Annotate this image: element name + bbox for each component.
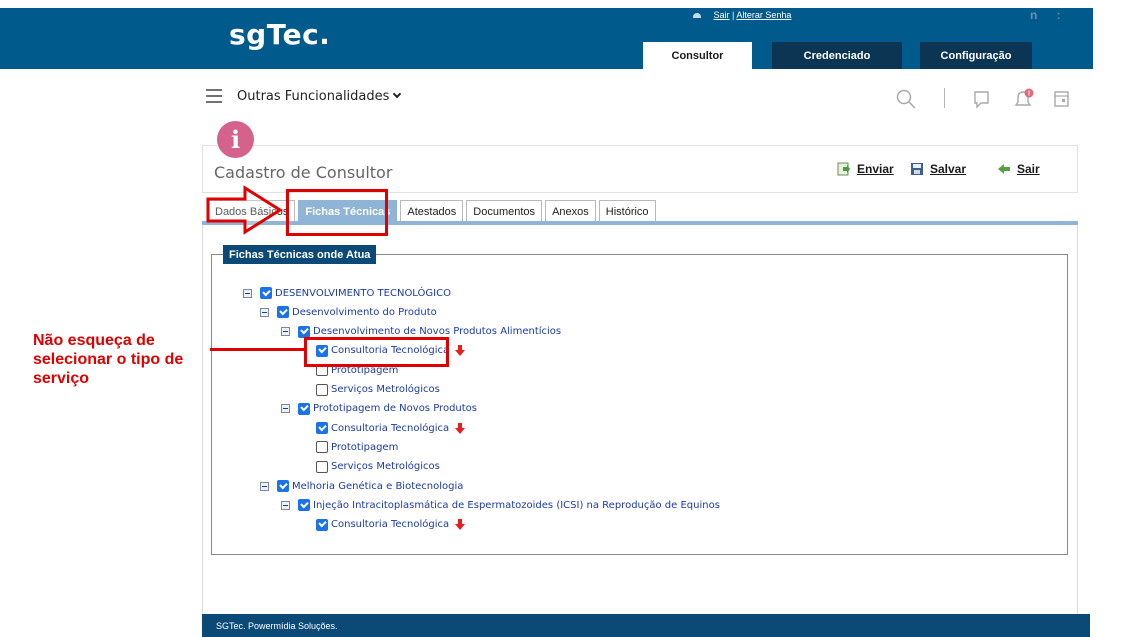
tree-node: Serviços Metrológicos [316,460,440,473]
annotation-arrow-icon [206,185,283,235]
tab-documentos[interactable]: Documentos [466,200,543,222]
change-password-link[interactable]: Alterar Senha [736,10,791,20]
tree-node-label[interactable]: Consultoria Tecnológica [331,519,449,530]
tree-checkbox[interactable] [298,402,310,415]
collapse-toggle-icon[interactable] [281,327,290,337]
tree-checkbox[interactable] [298,499,310,512]
tree-node-label[interactable]: Melhoria Genética e Biotecnologia [292,481,463,492]
tree-checkbox[interactable] [316,383,328,396]
toolbar-divider [944,88,945,108]
annotation-line: Não esqueça de [33,332,155,349]
page-title: Cadastro de Consultor [214,163,393,182]
form-header: Cadastro de Consultor Enviar Salvar Sair [202,145,1078,193]
tab-historico[interactable]: Histórico [598,200,656,222]
chat-icon[interactable] [972,88,992,110]
header-icons[interactable]: n : [1030,8,1069,22]
tree-node: Desenvolvimento do Produto [260,306,437,319]
tree-checkbox[interactable] [316,460,328,473]
red-down-arrow-icon [455,345,466,357]
top-links: Sair | Alterar Senha [693,10,791,20]
save-button[interactable]: Salvar [910,162,966,176]
tab-credenciado[interactable]: Credenciado [772,42,902,69]
annotation-note: Não esqueça de selecionar o tipo de serv… [33,331,183,388]
tree-node-label[interactable]: Prototipagem de Novos Produtos [313,403,477,414]
annotation-line: selecionar o tipo de [33,351,184,368]
send-button[interactable]: Enviar [837,162,894,176]
outras-funcionalidades-menu[interactable]: Outras Funcionalidades [237,89,402,104]
tree-checkbox[interactable] [277,480,289,492]
tree-checkbox[interactable] [316,441,328,454]
back-arrow-icon [998,164,1010,174]
user-icon [693,13,701,19]
link-separator: | [732,10,735,20]
tab-anexos[interactable]: Anexos [545,200,596,222]
collapse-toggle-icon[interactable] [243,288,252,298]
collapse-toggle-icon[interactable] [260,307,269,317]
tree-node: Prototipagem [316,441,398,454]
tree-node: Consultoria Tecnológica [316,518,466,531]
exit-label: Sair [1017,162,1040,176]
tree-node-label[interactable]: DESENVOLVIMENTO TECNOLÓGICO [275,288,451,299]
send-label: Enviar [857,162,894,176]
tree-checkbox[interactable] [277,306,289,319]
tree-node: Consultoria Tecnológica [316,422,466,435]
tree-node: DESENVOLVIMENTO TECNOLÓGICO [243,287,451,299]
collapse-toggle-icon[interactable] [281,500,290,510]
tree-node: Prototipagem de Novos Produtos [281,402,477,415]
footer: SGTec. Powermídia Soluções. [202,614,1090,637]
tree-node-label[interactable]: Desenvolvimento de Novos Produtos Alimen… [313,326,561,337]
annotation-line: serviço [33,370,90,387]
info-icon[interactable]: i [217,121,254,158]
tree-checkbox[interactable] [316,422,328,435]
outras-funcionalidades-label: Outras Funcionalidades [237,89,390,104]
tree-node-label[interactable]: Injeção Intracitoplasmática de Espermato… [313,500,720,511]
exit-button[interactable]: Sair [997,162,1040,176]
tree-node: Desenvolvimento de Novos Produtos Alimen… [281,325,561,338]
tab-configuracao[interactable]: Configuração [920,42,1032,69]
tree-node-label[interactable]: Serviços Metrológicos [331,461,440,472]
annotation-highlight-box [286,189,388,236]
tree-node-label[interactable]: Serviços Metrológicos [331,384,440,395]
svg-text:!: ! [1028,91,1030,98]
logo: sgTec. [229,18,331,51]
tree-node: Serviços Metrológicos [316,383,440,396]
chevron-down-icon [393,89,402,99]
save-icon [911,163,923,175]
tree-node-label[interactable]: Consultoria Tecnológica [331,423,449,434]
tree-checkbox[interactable] [298,325,310,338]
tree-node-label[interactable]: Desenvolvimento do Produto [292,307,437,318]
red-down-arrow-icon [455,519,466,531]
annotation-pointer-line [210,348,305,351]
tree-node-label[interactable]: Prototipagem [331,442,398,453]
annotation-highlight-box [304,337,449,367]
menu-icon[interactable] [206,89,222,103]
tree-node: Melhoria Genética e Biotecnologia [260,480,463,492]
logout-link[interactable]: Sair [714,10,730,20]
tree-checkbox[interactable] [260,287,272,299]
red-down-arrow-icon [455,422,466,434]
footer-text: SGTec. Powermídia Soluções. [216,620,338,631]
tab-consultor[interactable]: Consultor [643,42,752,69]
send-icon [837,162,850,176]
tree-node: Injeção Intracitoplasmática de Espermato… [281,499,720,512]
collapse-toggle-icon[interactable] [281,404,290,414]
search-icon[interactable] [895,88,917,110]
bell-icon[interactable]: ! [1012,88,1036,110]
save-label: Salvar [930,162,967,176]
tab-atestados[interactable]: Atestados [400,200,464,222]
fieldset-legend: Fichas Técnicas onde Atua [223,245,377,264]
page: sgTec. Sair | Alterar Senha n : Consulto… [0,0,1129,637]
collapse-toggle-icon[interactable] [260,481,269,491]
tree-checkbox[interactable] [316,518,328,531]
calendar-icon[interactable] [1053,88,1071,110]
